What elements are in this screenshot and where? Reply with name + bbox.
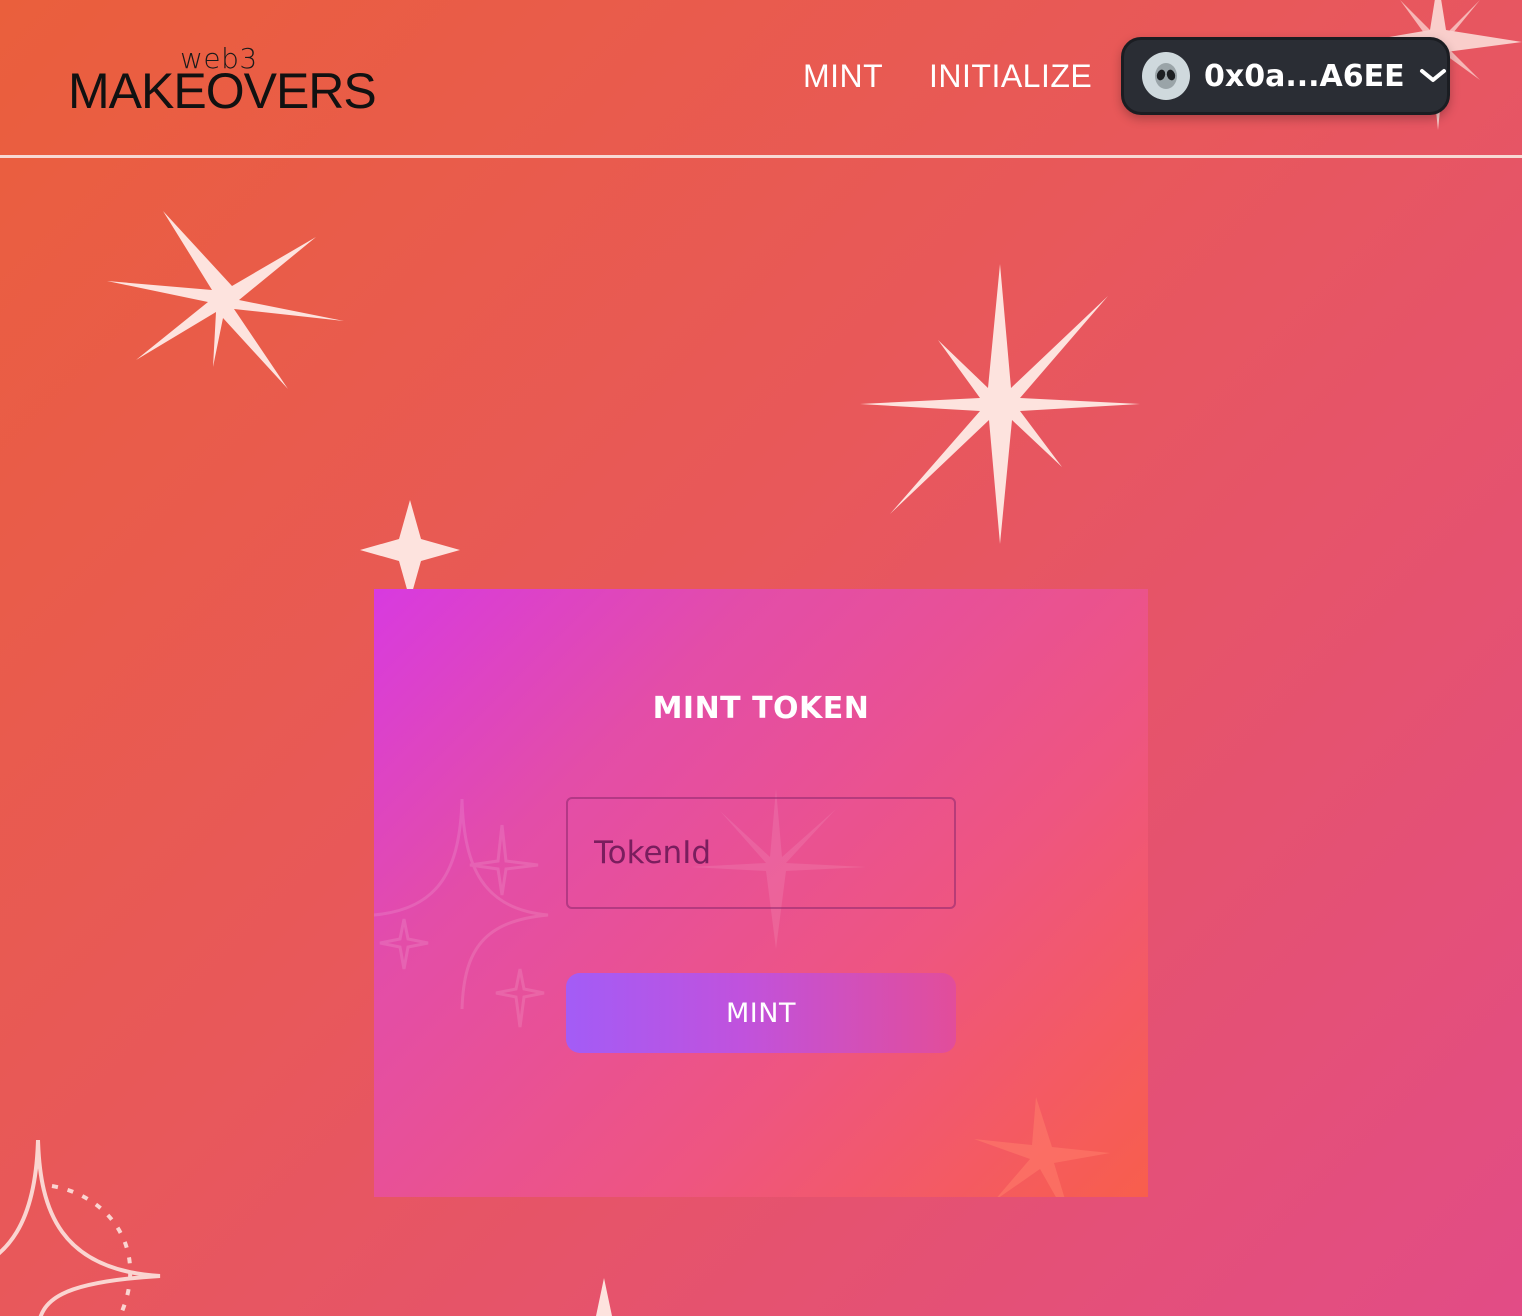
- wallet-avatar: [1142, 52, 1190, 100]
- nav-link-initialize[interactable]: INITIALIZE: [929, 58, 1092, 95]
- logo[interactable]: web3 MAKEOVERS: [68, 40, 388, 120]
- sparkle-icon: [860, 264, 1140, 544]
- top-header: web3 MAKEOVERS MINT INITIALIZE 0x0a...A6…: [0, 0, 1522, 156]
- mint-button[interactable]: MINT: [566, 973, 956, 1053]
- wallet-connect-button[interactable]: 0x0a...A6EE: [1121, 37, 1450, 115]
- nav-link-mint[interactable]: MINT: [803, 58, 883, 95]
- token-id-input[interactable]: [566, 797, 956, 909]
- chevron-down-icon: [1419, 69, 1446, 82]
- sparkle-icon: [360, 500, 460, 600]
- sparkle-icon: [107, 211, 344, 389]
- mint-token-card: MINT TOKEN MINT: [374, 589, 1148, 1197]
- wallet-address: 0x0a...A6EE: [1204, 58, 1405, 94]
- sparkle-icon: [596, 1278, 612, 1316]
- sparkle-outline-icon: [374, 798, 549, 1028]
- header-divider: [0, 155, 1522, 158]
- logo-main-text: MAKEOVERS: [68, 63, 377, 119]
- card-title: MINT TOKEN: [652, 691, 870, 726]
- alien-icon: [1155, 63, 1177, 89]
- sparkle-icon: [974, 1097, 1110, 1197]
- sparkle-outline-icon: [0, 1139, 161, 1316]
